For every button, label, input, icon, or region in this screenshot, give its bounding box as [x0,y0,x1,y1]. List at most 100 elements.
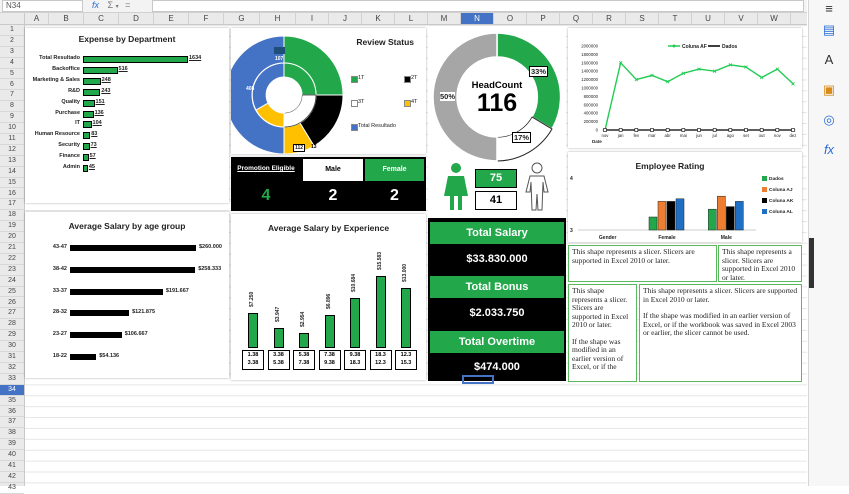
employee-rating-chart[interactable]: Employee Rating 4 3 Gender Female Male Dados C… [568,152,802,242]
data-point [697,128,701,132]
fx-label[interactable]: fx [92,0,99,10]
row-header-18[interactable]: 18 [0,210,24,222]
row-header-4[interactable]: 4 [0,58,24,69]
promotion-eligible-panel[interactable]: Promotion Eligible Male Female 4 2 2 [231,157,426,211]
row-header-14[interactable]: 14 [0,167,24,178]
select-all-corner[interactable] [0,13,25,25]
row-header-22[interactable]: 22 [0,254,24,265]
row-header-33[interactable]: 33 [0,374,24,385]
row-header-24[interactable]: 24 [0,276,24,287]
salary-trend-line-chart[interactable]: Coluna AF Dados 2000000 1800000 1600000 14000… [568,28,802,148]
row-header-26[interactable]: 26 [0,298,24,309]
row-header-7[interactable]: 7 [0,90,24,102]
row-header-9[interactable]: 9 [0,112,24,124]
col-header-w[interactable]: W [758,13,791,24]
row-header-28[interactable]: 28 [0,319,24,331]
navigator-icon[interactable]: ◎ [821,112,837,128]
row-header-20[interactable]: 20 [0,232,24,243]
styles-icon[interactable]: A [821,52,837,68]
col-header-s[interactable]: S [626,13,659,24]
col-header-a[interactable]: A [25,13,49,24]
col-header-m[interactable]: M [428,13,461,24]
col-header-g[interactable]: G [224,13,260,24]
row-header-36[interactable]: 36 [0,407,24,418]
totals-panel[interactable]: Total Salary $33.830.000 Total Bonus $2.… [428,218,566,381]
row-header-27[interactable]: 27 [0,308,24,320]
col-header-e[interactable]: E [154,13,189,24]
row-header-15[interactable]: 15 [0,178,24,189]
salary-by-age-chart[interactable]: Average Salary by age group 43-47 $260.00… [25,212,229,378]
slicer-text: This shape represents a slicer. Slicers … [572,247,695,265]
formula-input[interactable] [152,0,804,12]
row-header-8[interactable]: 8 [0,101,24,113]
col-header-n[interactable]: N [461,13,494,24]
col-header-p[interactable]: P [527,13,560,24]
slicer-placeholder-1[interactable]: This shape represents a slicer. Slicers … [568,245,717,282]
row-header-34[interactable]: 34 [0,384,24,396]
functions-icon[interactable]: fx [821,142,837,158]
selected-cell-n34[interactable] [462,375,494,384]
col-header-r[interactable]: R [593,13,626,24]
gallery-icon[interactable]: ▣ [821,82,837,98]
salary-by-experience-chart[interactable]: Average Salary by Experience $7.250 1.38 3… [231,214,426,380]
col-header-b[interactable]: B [49,13,84,24]
row-header-17[interactable]: 17 [0,199,24,211]
y-tick-label: 600000 [584,102,599,107]
col-header-k[interactable]: K [362,13,395,24]
col-header-l[interactable]: L [395,13,428,24]
row-header-41[interactable]: 41 [0,461,24,472]
row-header-42[interactable]: 42 [0,472,24,483]
equals-button[interactable]: = [125,0,130,10]
col-header-v[interactable]: V [725,13,758,24]
row-header-10[interactable]: 10 [0,123,24,134]
headcount-panel[interactable]: HeadCount 116 50% 33% 17% 75 41 [428,28,566,216]
row-header-32[interactable]: 32 [0,363,24,374]
row-header-38[interactable]: 38 [0,428,24,440]
chevron-down-icon[interactable]: ▾ [116,4,119,10]
row-header-21[interactable]: 21 [0,243,24,254]
sidebar-collapse-handle[interactable] [809,238,814,288]
row-header-23[interactable]: 23 [0,265,24,276]
experience-bar [350,297,360,348]
row-header-11[interactable]: 11 [0,134,24,145]
row-header-30[interactable]: 30 [0,341,24,352]
row-header-35[interactable]: 35 [0,396,24,407]
col-header-c[interactable]: C [84,13,119,24]
expense-by-department-chart[interactable]: Expense by Department Total Resultado 163… [25,28,229,203]
col-header-u[interactable]: U [692,13,725,24]
slicer-placeholder-4[interactable]: This shape represents a slicer. Slicers … [639,284,802,382]
menu-icon[interactable]: ≡ [821,1,837,17]
row-header-37[interactable]: 37 [0,417,24,429]
col-header-j[interactable]: J [329,13,362,24]
row-header-2[interactable]: 2 [0,36,24,47]
legend-swatch [762,198,767,203]
row-header-43[interactable]: 43 [0,483,24,494]
properties-icon[interactable]: ▤ [821,22,837,38]
slicer-placeholder-3[interactable]: This shape represents a slicer. Slicers … [568,284,637,382]
row-header-16[interactable]: 16 [0,189,24,200]
row-header-31[interactable]: 31 [0,352,24,363]
row-header-5[interactable]: 5 [0,69,24,80]
col-header-d[interactable]: D [119,13,154,24]
name-box[interactable]: N34 [2,0,83,12]
col-header-o[interactable]: O [494,13,527,24]
col-header-f[interactable]: F [189,13,224,24]
col-header-i[interactable]: I [296,13,329,24]
row-header-25[interactable]: 25 [0,287,24,298]
row-header-19[interactable]: 19 [0,221,24,233]
row-header-29[interactable]: 29 [0,330,24,342]
row-header-12[interactable]: 12 [0,145,24,156]
row-header-40[interactable]: 40 [0,450,24,461]
slicer-placeholder-2[interactable]: This shape represents a slicer. Slicers … [718,245,802,282]
sum-button[interactable]: Σ [108,0,114,10]
col-header-h[interactable]: H [260,13,296,24]
row-header-3[interactable]: 3 [0,47,24,58]
row-header-1[interactable]: 1 [0,25,24,36]
row-header-6[interactable]: 6 [0,80,24,91]
col-header-t[interactable]: T [659,13,692,24]
legend-label: Total Resultado [358,123,396,129]
col-header-q[interactable]: Q [560,13,593,24]
row-header-39[interactable]: 39 [0,439,24,451]
row-header-13[interactable]: 13 [0,156,24,167]
review-status-chart[interactable]: Review Status 107 408 112 13 1T 2T 3T 4T Tot… [231,28,426,154]
